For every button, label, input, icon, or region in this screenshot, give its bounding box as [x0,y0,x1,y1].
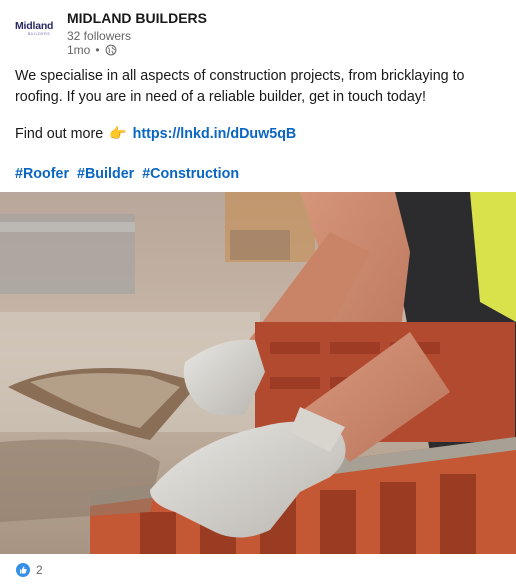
reaction-count: 2 [36,563,43,577]
post-body: We specialise in all aspects of construc… [15,66,503,108]
hashtags: #Roofer #Builder #Construction [15,166,243,182]
hashtag-construction[interactable]: #Construction [142,166,239,182]
cta-text: Find out more [15,125,104,142]
bricklayer-photo [0,192,516,554]
hashtag-builder[interactable]: #Builder [77,166,134,182]
hashtag-roofer[interactable]: #Roofer [15,166,69,182]
post-header: Midland BUILDERS MIDLAND BUILDERS 32 fol… [0,0,516,60]
meta-separator: • [95,43,100,57]
post-body-text: We specialise in all aspects of construc… [15,68,465,105]
logo-subtext: BUILDERS [28,32,51,36]
reaction-summary[interactable]: 2 [16,563,43,577]
globe-icon [105,44,116,56]
pointing-hand-icon: 👉 [109,125,127,141]
logo-wordmark: Midland [15,20,54,32]
company-logo[interactable]: Midland BUILDERS [15,21,57,41]
post-cta: Find out more 👉 https://lnkd.in/dDuw5qB [15,125,296,142]
post-link[interactable]: https://lnkd.in/dDuw5qB [133,126,297,142]
company-name[interactable]: MIDLAND BUILDERS [67,10,207,26]
post-image[interactable] [0,192,516,554]
post-time: 1mo [67,43,91,57]
like-icon [16,563,30,577]
follower-count: 32 followers [67,29,132,43]
post-meta: 1mo • [67,43,117,57]
